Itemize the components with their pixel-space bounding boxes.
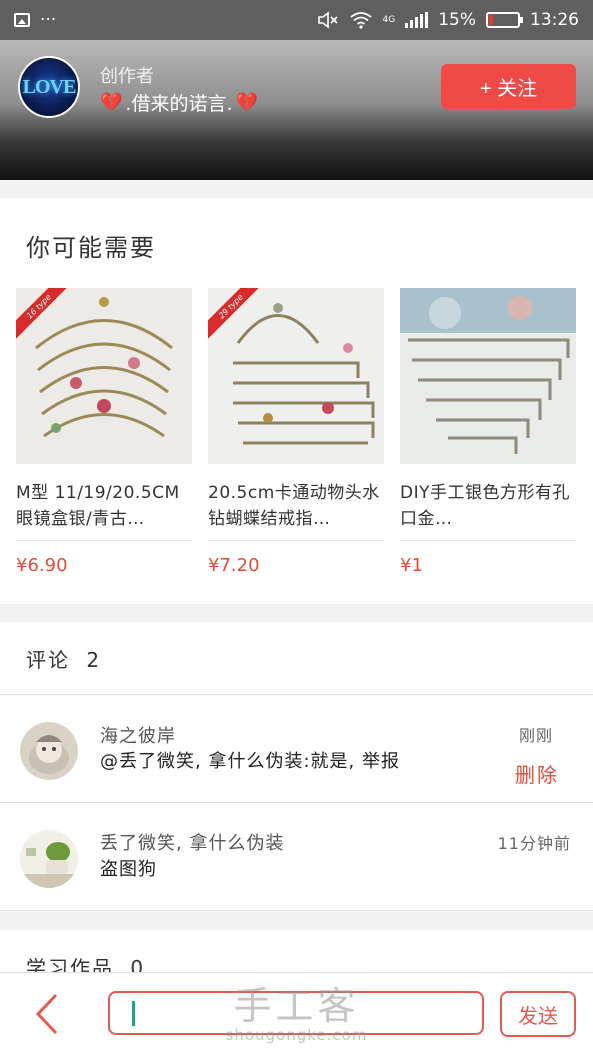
creator-header: LOVE 创作者 💔 .借来的诺言. 💔 + 关注	[0, 40, 593, 180]
battery-percent: 15%	[438, 10, 476, 30]
follow-button-label: + 关注	[479, 78, 538, 100]
product-name: M型 11/19/20.5CM眼镜盒银/青古…	[16, 483, 180, 529]
product-price: ¥1	[400, 555, 423, 576]
comment-text: 盗图狗	[100, 859, 157, 880]
purse-frame-image	[400, 288, 576, 464]
product-price: ¥6.90	[16, 555, 68, 576]
product-name: DIY手工银色方形有孔口金…	[400, 483, 570, 529]
divider	[16, 540, 192, 541]
commenter-name[interactable]: 丢了微笑, 拿什么伪装	[100, 829, 284, 855]
product-card[interactable]: DIY手工银色方形有孔口金… ¥1	[400, 288, 576, 576]
creator-avatar[interactable]: LOVE	[18, 56, 80, 118]
commenter-avatar[interactable]	[20, 830, 78, 888]
recommend-title: 你可能需要	[26, 234, 156, 262]
status-bar: ··· 4G 15% 13:26	[0, 0, 593, 40]
broken-heart-icon: 💔	[235, 92, 258, 113]
image-notification-icon	[14, 13, 30, 27]
comment-text: @丢了微笑, 拿什么伪装:就是, 举报	[100, 751, 400, 772]
comments-section: 评论 2 海之彼岸 @丢了微笑, 拿什么伪装:就是, 举报 刚刚 删除 丢了微笑…	[0, 622, 593, 912]
purse-frame-image	[208, 288, 384, 464]
divider	[0, 910, 593, 911]
signal-strength-icon	[405, 12, 429, 28]
product-card[interactable]: 29 type 20.5cm卡通动物头水钻蝴蝶结戒指… ¥7.20	[208, 288, 384, 576]
product-image[interactable]	[400, 288, 576, 464]
cat-avatar-image	[20, 722, 78, 780]
creator-name-text: .借来的诺言.	[125, 93, 233, 115]
battery-icon	[486, 12, 523, 28]
product-image[interactable]: 16 type	[16, 288, 192, 464]
commenter-avatar[interactable]	[20, 722, 78, 780]
more-notifications-dots: ···	[40, 10, 57, 30]
comment-input[interactable]	[108, 991, 484, 1035]
comments-count: 2	[86, 648, 102, 672]
delete-comment-button[interactable]: 删除	[515, 759, 559, 788]
wifi-icon	[349, 12, 372, 29]
comments-header: 评论 2	[26, 644, 101, 673]
creator-role-label: 创作者	[100, 66, 154, 87]
broken-heart-icon: 💔	[100, 92, 123, 113]
purse-frame-image	[16, 288, 192, 464]
mute-icon	[317, 11, 338, 29]
comment-bar: 发送	[0, 972, 593, 1054]
commenter-name[interactable]: 海之彼岸	[100, 722, 176, 748]
product-image[interactable]: 29 type	[208, 288, 384, 464]
creator-name[interactable]: 💔 .借来的诺言. 💔	[100, 89, 258, 116]
avatar-logo-text: LOVE	[22, 75, 77, 98]
follow-button[interactable]: + 关注	[441, 64, 576, 109]
text-caret	[132, 1001, 135, 1026]
recommend-section: 你可能需要 16 type M型 11/19/20.5CM眼镜盒银/青古… ¥6…	[0, 198, 593, 604]
product-card[interactable]: 16 type M型 11/19/20.5CM眼镜盒银/青古… ¥6.90	[16, 288, 192, 576]
product-name: 20.5cm卡通动物头水钻蝴蝶结戒指…	[208, 483, 380, 529]
divider	[0, 802, 593, 803]
product-price: ¥7.20	[208, 555, 260, 576]
send-button[interactable]: 发送	[500, 991, 576, 1037]
network-type: 4G	[382, 14, 396, 25]
comment-time: 刚刚	[518, 726, 553, 745]
clock: 13:26	[530, 10, 579, 30]
divider	[400, 540, 576, 541]
divider	[208, 540, 384, 541]
divider	[0, 694, 593, 695]
comments-header-label: 评论	[26, 648, 70, 672]
back-arrow-icon[interactable]	[28, 991, 68, 1037]
comment-time: 11分钟前	[497, 834, 571, 853]
plant-avatar-image	[20, 830, 78, 888]
